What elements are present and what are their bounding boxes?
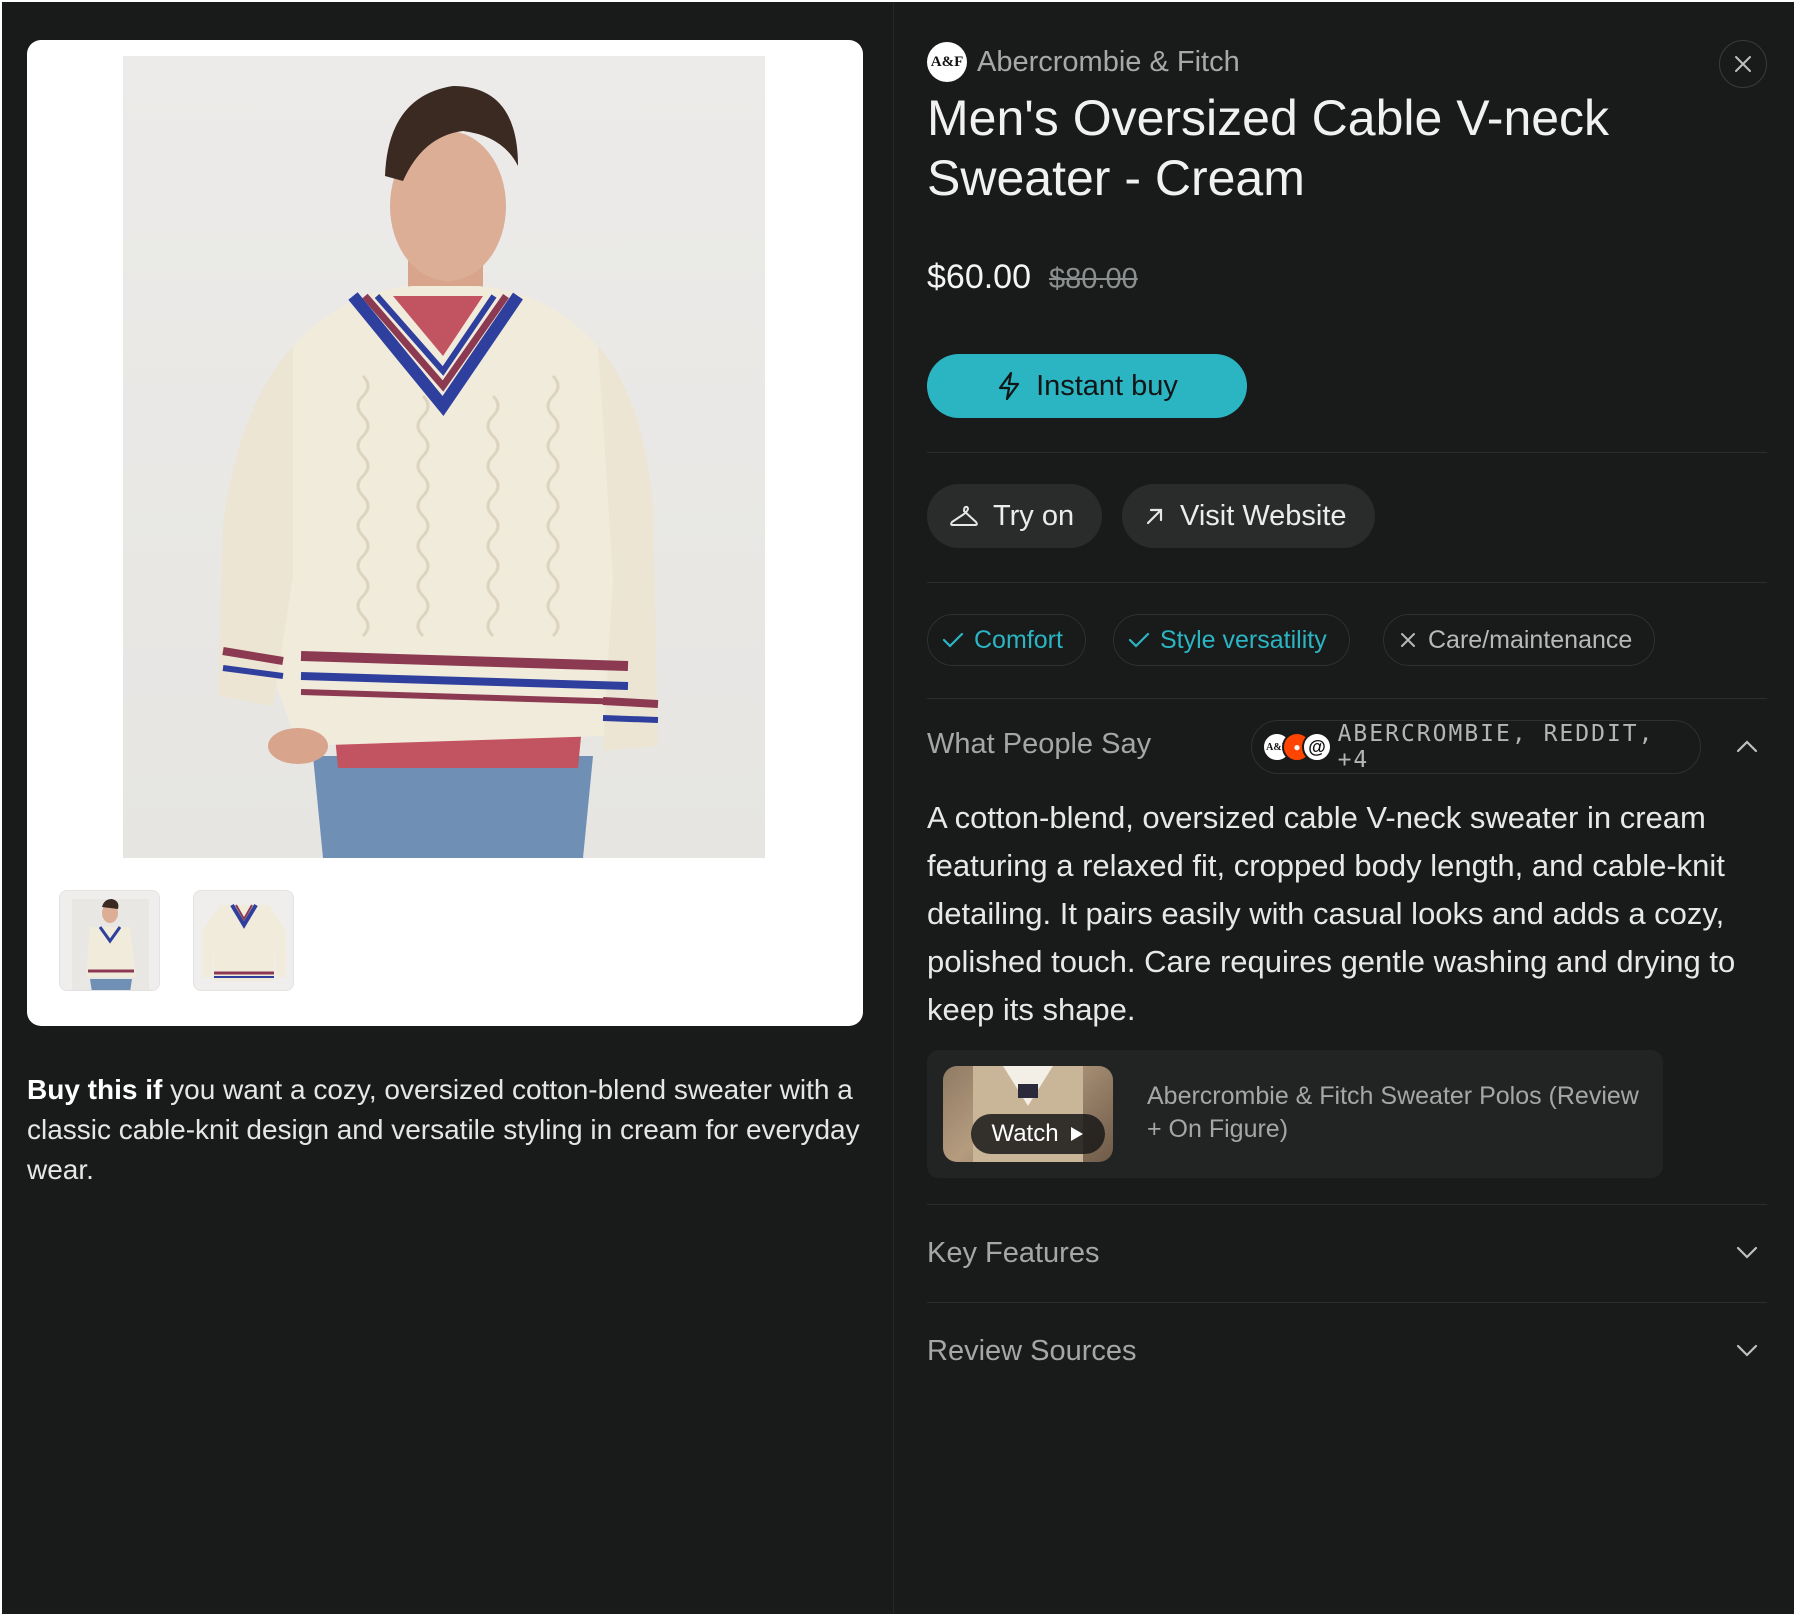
- buy-this-if-text: Buy this if you want a cozy, oversized c…: [27, 1070, 877, 1190]
- video-title[interactable]: Abercrombie & Fitch Sweater Polos (Revie…: [1147, 1080, 1647, 1146]
- close-button[interactable]: [1719, 40, 1767, 88]
- tag-label: Care/maintenance: [1428, 625, 1633, 654]
- divider: [927, 452, 1767, 453]
- instant-buy-label: Instant buy: [1036, 369, 1178, 402]
- tag-care-maintenance[interactable]: Care/maintenance: [1383, 614, 1656, 666]
- what-people-say-label: What People Say: [927, 728, 1152, 760]
- divider: [927, 698, 1767, 699]
- try-on-label: Try on: [993, 499, 1075, 532]
- video-thumbnail[interactable]: Watch: [943, 1066, 1113, 1162]
- instant-buy-button[interactable]: Instant buy: [927, 354, 1247, 418]
- divider: [927, 1204, 1767, 1205]
- brand-logo: A&F: [927, 42, 967, 82]
- product-info: A&F Abercrombie & Fitch Men's Oversized …: [927, 2, 1767, 1614]
- key-features-label: Key Features: [927, 1236, 1100, 1269]
- panel-divider: [893, 2, 894, 1614]
- watch-label: Watch: [991, 1120, 1059, 1147]
- thumbnail-flat[interactable]: [193, 890, 294, 991]
- current-price: $60.00: [927, 258, 1031, 296]
- video-review-card[interactable]: Watch Abercrombie & Fitch Sweater Polos …: [927, 1050, 1663, 1178]
- lightning-icon: [998, 371, 1020, 401]
- buy-this-if-lead: Buy this if: [27, 1074, 163, 1105]
- tag-comfort[interactable]: Comfort: [927, 614, 1086, 666]
- try-on-button[interactable]: Try on: [927, 484, 1103, 548]
- threads-icon: @: [1302, 732, 1332, 762]
- tag-label: Style versatility: [1160, 625, 1327, 654]
- chevron-down-icon: [1736, 1344, 1758, 1357]
- check-icon: [942, 632, 964, 648]
- arrow-up-right-icon: [1146, 508, 1163, 525]
- visit-website-label: Visit Website: [1180, 499, 1347, 532]
- visit-website-button[interactable]: Visit Website: [1122, 484, 1375, 548]
- chevron-down-icon: [1736, 1246, 1758, 1259]
- tag-style-versatility[interactable]: Style versatility: [1113, 614, 1350, 666]
- check-icon: [1128, 632, 1150, 648]
- product-detail-panel: Buy this if you want a cozy, oversized c…: [2, 2, 1794, 1614]
- chevron-up-icon[interactable]: [1735, 738, 1759, 754]
- close-icon: [1735, 56, 1751, 72]
- divider: [927, 1302, 1767, 1303]
- source-icons: A&F ● @: [1262, 730, 1338, 764]
- tag-label: Comfort: [974, 625, 1063, 654]
- sources-text: ABERCROMBIE, REDDIT, +4: [1337, 721, 1655, 773]
- price-row: $60.00 $80.00: [927, 258, 1138, 297]
- image-gallery: [27, 40, 863, 1026]
- review-sources-chip[interactable]: A&F ● @ ABERCROMBIE, REDDIT, +4: [1251, 720, 1701, 774]
- product-title: Men's Oversized Cable V-neck Sweater - C…: [927, 90, 1610, 206]
- what-people-say-summary: A cotton-blend, oversized cable V-neck s…: [927, 800, 1736, 1027]
- divider: [927, 582, 1767, 583]
- brand-row[interactable]: A&F Abercrombie & Fitch: [927, 42, 1240, 82]
- review-sources-accordion[interactable]: Review Sources: [927, 1326, 1767, 1376]
- product-main-image[interactable]: [123, 56, 765, 858]
- hanger-icon: [950, 505, 978, 526]
- play-icon: [1070, 1127, 1083, 1141]
- key-features-accordion[interactable]: Key Features: [927, 1228, 1767, 1278]
- original-price: $80.00: [1049, 263, 1138, 295]
- watch-button[interactable]: Watch: [971, 1114, 1105, 1154]
- brand-name[interactable]: Abercrombie & Fitch: [977, 46, 1240, 79]
- x-icon: [1401, 633, 1415, 647]
- thumbnail-model[interactable]: [59, 890, 160, 991]
- review-sources-label: Review Sources: [927, 1334, 1137, 1367]
